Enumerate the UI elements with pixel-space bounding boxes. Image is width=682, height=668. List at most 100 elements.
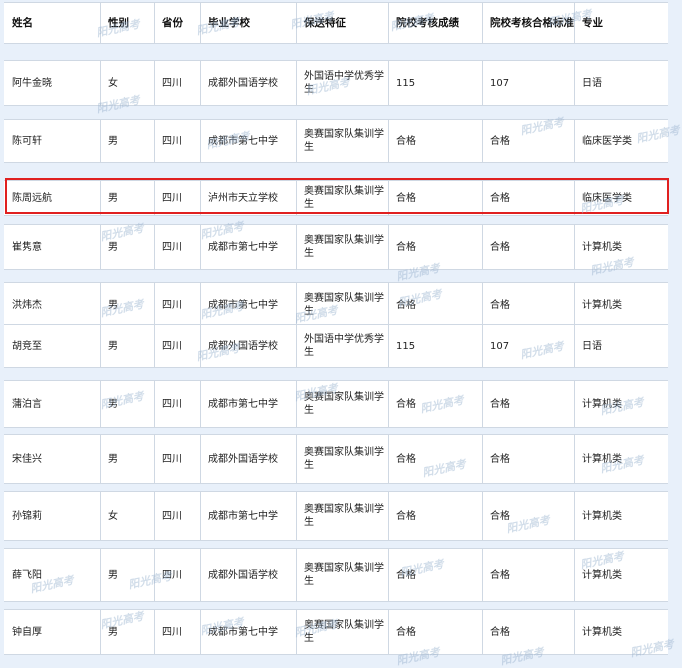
cell-feature: 奥赛国家队集训学生 [304, 563, 384, 587]
cell-standard: 合格 [490, 626, 510, 638]
cell-province: 四川 [162, 241, 182, 253]
col-divider [200, 610, 201, 654]
admissions-table: 姓名 性别 省份 毕业学校 保送特征 院校考核成绩 院校考核合格标准 专业 阿牛… [0, 0, 682, 667]
col-divider [388, 435, 389, 483]
header-name: 姓名 [12, 16, 33, 29]
col-divider [100, 283, 101, 327]
col-divider [296, 283, 297, 327]
cell-gender: 男 [108, 299, 118, 311]
cell-score: 合格 [396, 135, 416, 147]
cell-major: 计算机类 [582, 626, 622, 638]
col-divider [154, 610, 155, 654]
col-divider [482, 225, 483, 269]
col-divider [296, 3, 297, 43]
cell-province: 四川 [162, 192, 182, 204]
cell-standard: 合格 [490, 241, 510, 253]
header-school: 毕业学校 [208, 16, 250, 29]
col-divider [200, 435, 201, 483]
cell-gender: 男 [108, 340, 118, 352]
col-divider [482, 435, 483, 483]
cell-feature: 奥赛国家队集训学生 [304, 235, 384, 259]
col-divider [388, 120, 389, 162]
col-divider [296, 435, 297, 483]
col-divider [296, 549, 297, 601]
cell-score: 合格 [396, 241, 416, 253]
table-row: 蒲泊言男四川 成都市第七中学 奥赛国家队集训学生 合格 合格 计算机类 [4, 380, 668, 428]
header-feature: 保送特征 [304, 16, 346, 29]
cell-gender: 男 [108, 626, 118, 638]
cell-major: 临床医学类 [582, 135, 632, 147]
cell-feature: 奥赛国家队集训学生 [304, 620, 384, 644]
col-divider [574, 61, 575, 105]
cell-standard: 合格 [490, 453, 510, 465]
col-divider [154, 61, 155, 105]
cell-standard: 合格 [490, 299, 510, 311]
col-divider [388, 3, 389, 43]
cell-standard: 合格 [490, 135, 510, 147]
col-divider [154, 549, 155, 601]
cell-feature: 奥赛国家队集训学生 [304, 447, 384, 471]
col-divider [574, 381, 575, 427]
table-row: 钟自厚男四川 成都市第七中学 奥赛国家队集训学生 合格 合格 计算机类 [4, 609, 668, 655]
cell-province: 四川 [162, 135, 182, 147]
cell-major: 日语 [582, 340, 602, 352]
col-divider [100, 610, 101, 654]
table-row: 洪炜杰男四川 成都市第七中学 奥赛国家队集训学生 合格 合格 计算机类 [4, 282, 668, 328]
cell-province: 四川 [162, 453, 182, 465]
col-divider [154, 3, 155, 43]
cell-name: 孙锦莉 [12, 510, 42, 522]
cell-name: 陈周远航 [12, 192, 52, 204]
col-divider [388, 181, 389, 215]
cell-score: 合格 [396, 192, 416, 204]
col-divider [482, 549, 483, 601]
cell-standard: 107 [490, 77, 510, 89]
col-divider [296, 492, 297, 540]
cell-school: 成都市第七中学 [208, 135, 278, 147]
col-divider [574, 120, 575, 162]
cell-score: 合格 [396, 453, 416, 465]
cell-school: 成都外国语学校 [208, 569, 278, 581]
cell-major: 计算机类 [582, 453, 622, 465]
cell-name: 钟自厚 [12, 626, 42, 638]
table-row: 陈可轩男四川 成都市第七中学 奥赛国家队集训学生 合格 合格 临床医学类 [4, 119, 668, 163]
header-gender: 性别 [108, 16, 129, 29]
col-divider [154, 325, 155, 367]
cell-gender: 男 [108, 135, 118, 147]
col-divider [296, 225, 297, 269]
col-divider [574, 181, 575, 215]
col-divider [482, 325, 483, 367]
col-divider [100, 181, 101, 215]
col-divider [154, 120, 155, 162]
cell-feature: 奥赛国家队集训学生 [304, 392, 384, 416]
col-divider [296, 325, 297, 367]
cell-major: 计算机类 [582, 299, 622, 311]
col-divider [200, 325, 201, 367]
col-divider [574, 225, 575, 269]
col-divider [388, 61, 389, 105]
cell-name: 胡竞至 [12, 340, 42, 352]
col-divider [200, 549, 201, 601]
col-divider [200, 181, 201, 215]
cell-feature: 外国语中学优秀学生 [304, 71, 384, 95]
header-major: 专业 [582, 16, 603, 29]
col-divider [574, 549, 575, 601]
col-divider [388, 283, 389, 327]
cell-standard: 合格 [490, 569, 510, 581]
cell-name: 阿牛金晓 [12, 77, 52, 89]
col-divider [574, 283, 575, 327]
cell-major: 计算机类 [582, 569, 622, 581]
cell-name: 洪炜杰 [12, 299, 42, 311]
cell-score: 115 [396, 340, 416, 352]
cell-major: 计算机类 [582, 510, 622, 522]
table-row: 薛飞阳男四川 成都外国语学校 奥赛国家队集训学生 合格 合格 计算机类 [4, 548, 668, 602]
col-divider [482, 283, 483, 327]
col-divider [482, 181, 483, 215]
cell-province: 四川 [162, 299, 182, 311]
cell-feature: 奥赛国家队集训学生 [304, 129, 384, 153]
cell-gender: 女 [108, 510, 118, 522]
col-divider [296, 61, 297, 105]
col-divider [482, 61, 483, 105]
cell-province: 四川 [162, 569, 182, 581]
cell-province: 四川 [162, 626, 182, 638]
table-row: 孙锦莉女四川 成都市第七中学 奥赛国家队集训学生 合格 合格 计算机类 [4, 491, 668, 541]
